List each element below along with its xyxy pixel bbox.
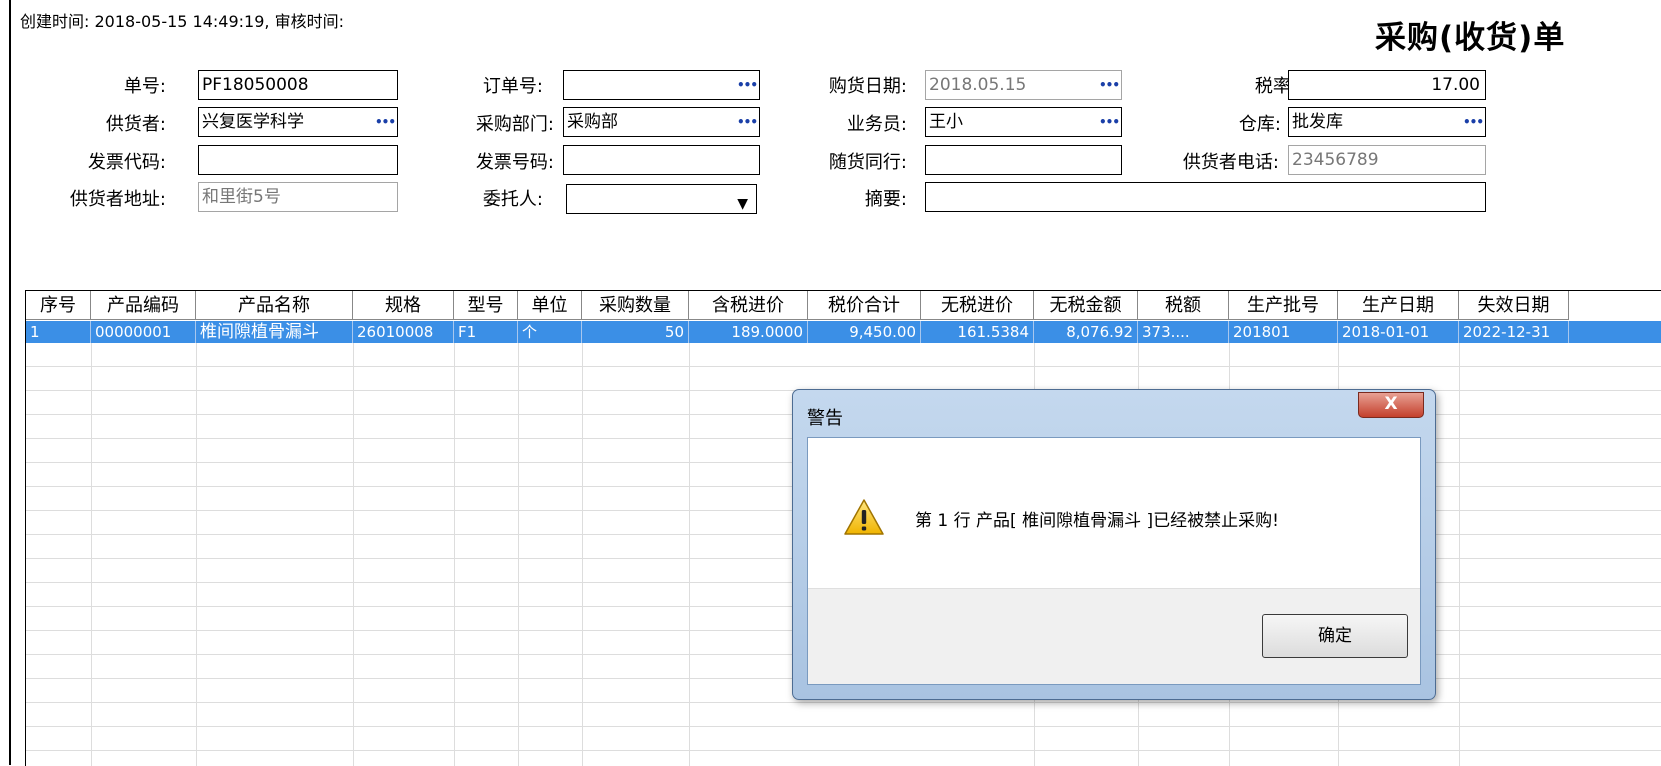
grid-col-line <box>454 343 455 766</box>
grid-header-cell[interactable]: 失效日期 <box>1459 291 1569 320</box>
ellipsis-icon[interactable]: ••• <box>1099 116 1120 132</box>
grid-line <box>26 726 1661 727</box>
grid-header-cell[interactable]: 序号 <box>26 291 91 320</box>
ellipsis-icon[interactable]: ••• <box>1099 79 1120 95</box>
grid-col-line <box>91 343 92 766</box>
grid-col-line <box>518 343 519 766</box>
grid-header-cell[interactable]: 产品编码 <box>91 291 196 320</box>
grid-header-cell[interactable]: 生产批号 <box>1229 291 1338 320</box>
grid-cell-prod-date[interactable]: 2018-01-01 <box>1338 321 1459 343</box>
grid-cell-price-notax[interactable]: 161.5384 <box>921 321 1034 343</box>
dialog-title: 警告 <box>807 408 843 429</box>
grid-col-line <box>196 343 197 766</box>
grid-header-row: 序号 产品编码 产品名称 规格 型号 单位 采购数量 含税进价 税价合计 无税进… <box>26 291 1661 320</box>
grid-cell-tax[interactable]: 373.... <box>1138 321 1229 343</box>
entrust-label: 委托人: <box>482 189 543 210</box>
ref-order-input[interactable]: ••• <box>563 70 760 100</box>
supplier-addr-value: 和里街5号 <box>202 187 281 207</box>
supplier-value: 兴复医学科学 <box>202 112 304 132</box>
warning-icon <box>844 499 884 535</box>
supplier-phone-input[interactable]: 23456789 <box>1288 145 1486 175</box>
summary-label: 摘要: <box>864 189 907 210</box>
tax-rate-value: 17.00 <box>1431 75 1480 95</box>
grid-header-cell[interactable]: 单位 <box>518 291 582 320</box>
grid-cell-code[interactable]: 00000001 <box>91 321 196 343</box>
grid-cell-batch[interactable]: 201801 <box>1229 321 1338 343</box>
dialog-body: 第 1 行 产品[ 椎间隙植骨漏斗 ]已经被禁止采购! 确定 <box>807 437 1421 685</box>
ok-button[interactable]: 确定 <box>1262 614 1408 658</box>
entrust-select[interactable]: ▼ <box>566 184 757 214</box>
grid-header-cell[interactable]: 无税进价 <box>921 291 1034 320</box>
grid-line <box>26 702 1661 703</box>
grid-header-cell[interactable]: 生产日期 <box>1338 291 1459 320</box>
grid-line <box>26 366 1661 367</box>
purchase-date-label: 购货日期: <box>828 76 907 97</box>
invoice-no-input[interactable] <box>563 145 760 175</box>
warehouse-value: 批发库 <box>1292 112 1343 132</box>
purchase-date-value: 2018.05.15 <box>929 75 1027 95</box>
page-title: 采购(收货)单 <box>1375 20 1566 56</box>
grid-cell-seq[interactable]: 1 <box>26 321 91 343</box>
grid-cell-total-tax[interactable]: 9,450.00 <box>808 321 921 343</box>
grid-cell-qty[interactable]: 50 <box>582 321 689 343</box>
grid-header-cell[interactable]: 税额 <box>1138 291 1229 320</box>
grid-col-line <box>689 343 690 766</box>
invoice-code-label: 发票代码: <box>87 152 166 173</box>
order-no-label: 单号: <box>123 76 166 97</box>
grid-header-cell[interactable]: 产品名称 <box>196 291 353 320</box>
grid-cell-price-tax[interactable]: 189.0000 <box>689 321 808 343</box>
ellipsis-icon[interactable]: ••• <box>737 79 758 95</box>
purchase-date-input[interactable]: 2018.05.15 ••• <box>925 70 1122 100</box>
grid-cell-model[interactable]: F1 <box>454 321 518 343</box>
warehouse-label: 仓库: <box>1238 114 1281 135</box>
grid-cell-unit[interactable]: 个 <box>518 321 582 343</box>
created-time-text: 创建时间: 2018-05-15 14:49:19, 审核时间: <box>20 12 344 31</box>
order-no-value: PF18050008 <box>202 75 309 95</box>
grid-header-cell[interactable]: 规格 <box>353 291 454 320</box>
grid-header-cell[interactable]: 税价合计 <box>808 291 921 320</box>
supplier-addr-label: 供货者地址: <box>69 189 166 210</box>
supplier-input[interactable]: 兴复医学科学 ••• <box>198 107 398 137</box>
grid-cell-name[interactable]: 椎间隙植骨漏斗 <box>196 321 353 343</box>
chevron-down-icon[interactable]: ▼ <box>737 190 748 213</box>
ref-order-label: 订单号: <box>482 76 543 97</box>
order-no-input[interactable]: PF18050008 <box>198 70 398 100</box>
dept-label: 采购部门: <box>475 114 554 135</box>
grid-line <box>26 750 1661 751</box>
dept-value: 采购部 <box>567 112 618 132</box>
companion-input[interactable] <box>925 145 1122 175</box>
grid-header-cell[interactable]: 含税进价 <box>689 291 808 320</box>
dept-input[interactable]: 采购部 ••• <box>563 107 760 137</box>
dialog-message: 第 1 行 产品[ 椎间隙植骨漏斗 ]已经被禁止采购! <box>915 511 1279 531</box>
grid-header-cell[interactable]: 型号 <box>454 291 518 320</box>
tax-rate-input[interactable]: 17.00 <box>1288 70 1486 100</box>
invoice-no-label: 发票号码: <box>475 152 554 173</box>
salesman-input[interactable]: 王小 ••• <box>925 107 1122 137</box>
grid-cell-exp-date[interactable]: 2022-12-31 <box>1459 321 1569 343</box>
ellipsis-icon[interactable]: ••• <box>1463 116 1484 132</box>
salesman-value: 王小 <box>929 112 963 132</box>
grid-cell-spec[interactable]: 26010008 <box>353 321 454 343</box>
grid-header-cell[interactable]: 采购数量 <box>582 291 689 320</box>
grid-header-cell[interactable]: 无税金额 <box>1034 291 1138 320</box>
supplier-phone-label: 供货者电话: <box>1182 152 1279 173</box>
supplier-label: 供货者: <box>105 114 166 135</box>
invoice-code-input[interactable] <box>198 145 398 175</box>
ellipsis-icon[interactable]: ••• <box>375 116 396 132</box>
table-row[interactable]: 1 00000001 椎间隙植骨漏斗 26010008 F1 个 50 189.… <box>26 321 1661 343</box>
close-button[interactable]: X <box>1358 392 1424 418</box>
companion-label: 随货同行: <box>828 152 907 173</box>
salesman-label: 业务员: <box>846 114 907 135</box>
grid-col-line <box>1459 343 1460 766</box>
grid-col-line <box>353 343 354 766</box>
warehouse-input[interactable]: 批发库 ••• <box>1288 107 1486 137</box>
summary-input[interactable] <box>925 182 1486 212</box>
ellipsis-icon[interactable]: ••• <box>737 116 758 132</box>
warning-dialog: 警告 X 第 1 行 产品[ 椎间隙植骨漏斗 ]已经被禁止采购! 确定 <box>792 389 1436 700</box>
grid-cell-amount-notax[interactable]: 8,076.92 <box>1034 321 1138 343</box>
supplier-addr-input[interactable]: 和里街5号 <box>198 182 398 212</box>
grid-col-line <box>582 343 583 766</box>
supplier-phone-value: 23456789 <box>1292 150 1379 170</box>
